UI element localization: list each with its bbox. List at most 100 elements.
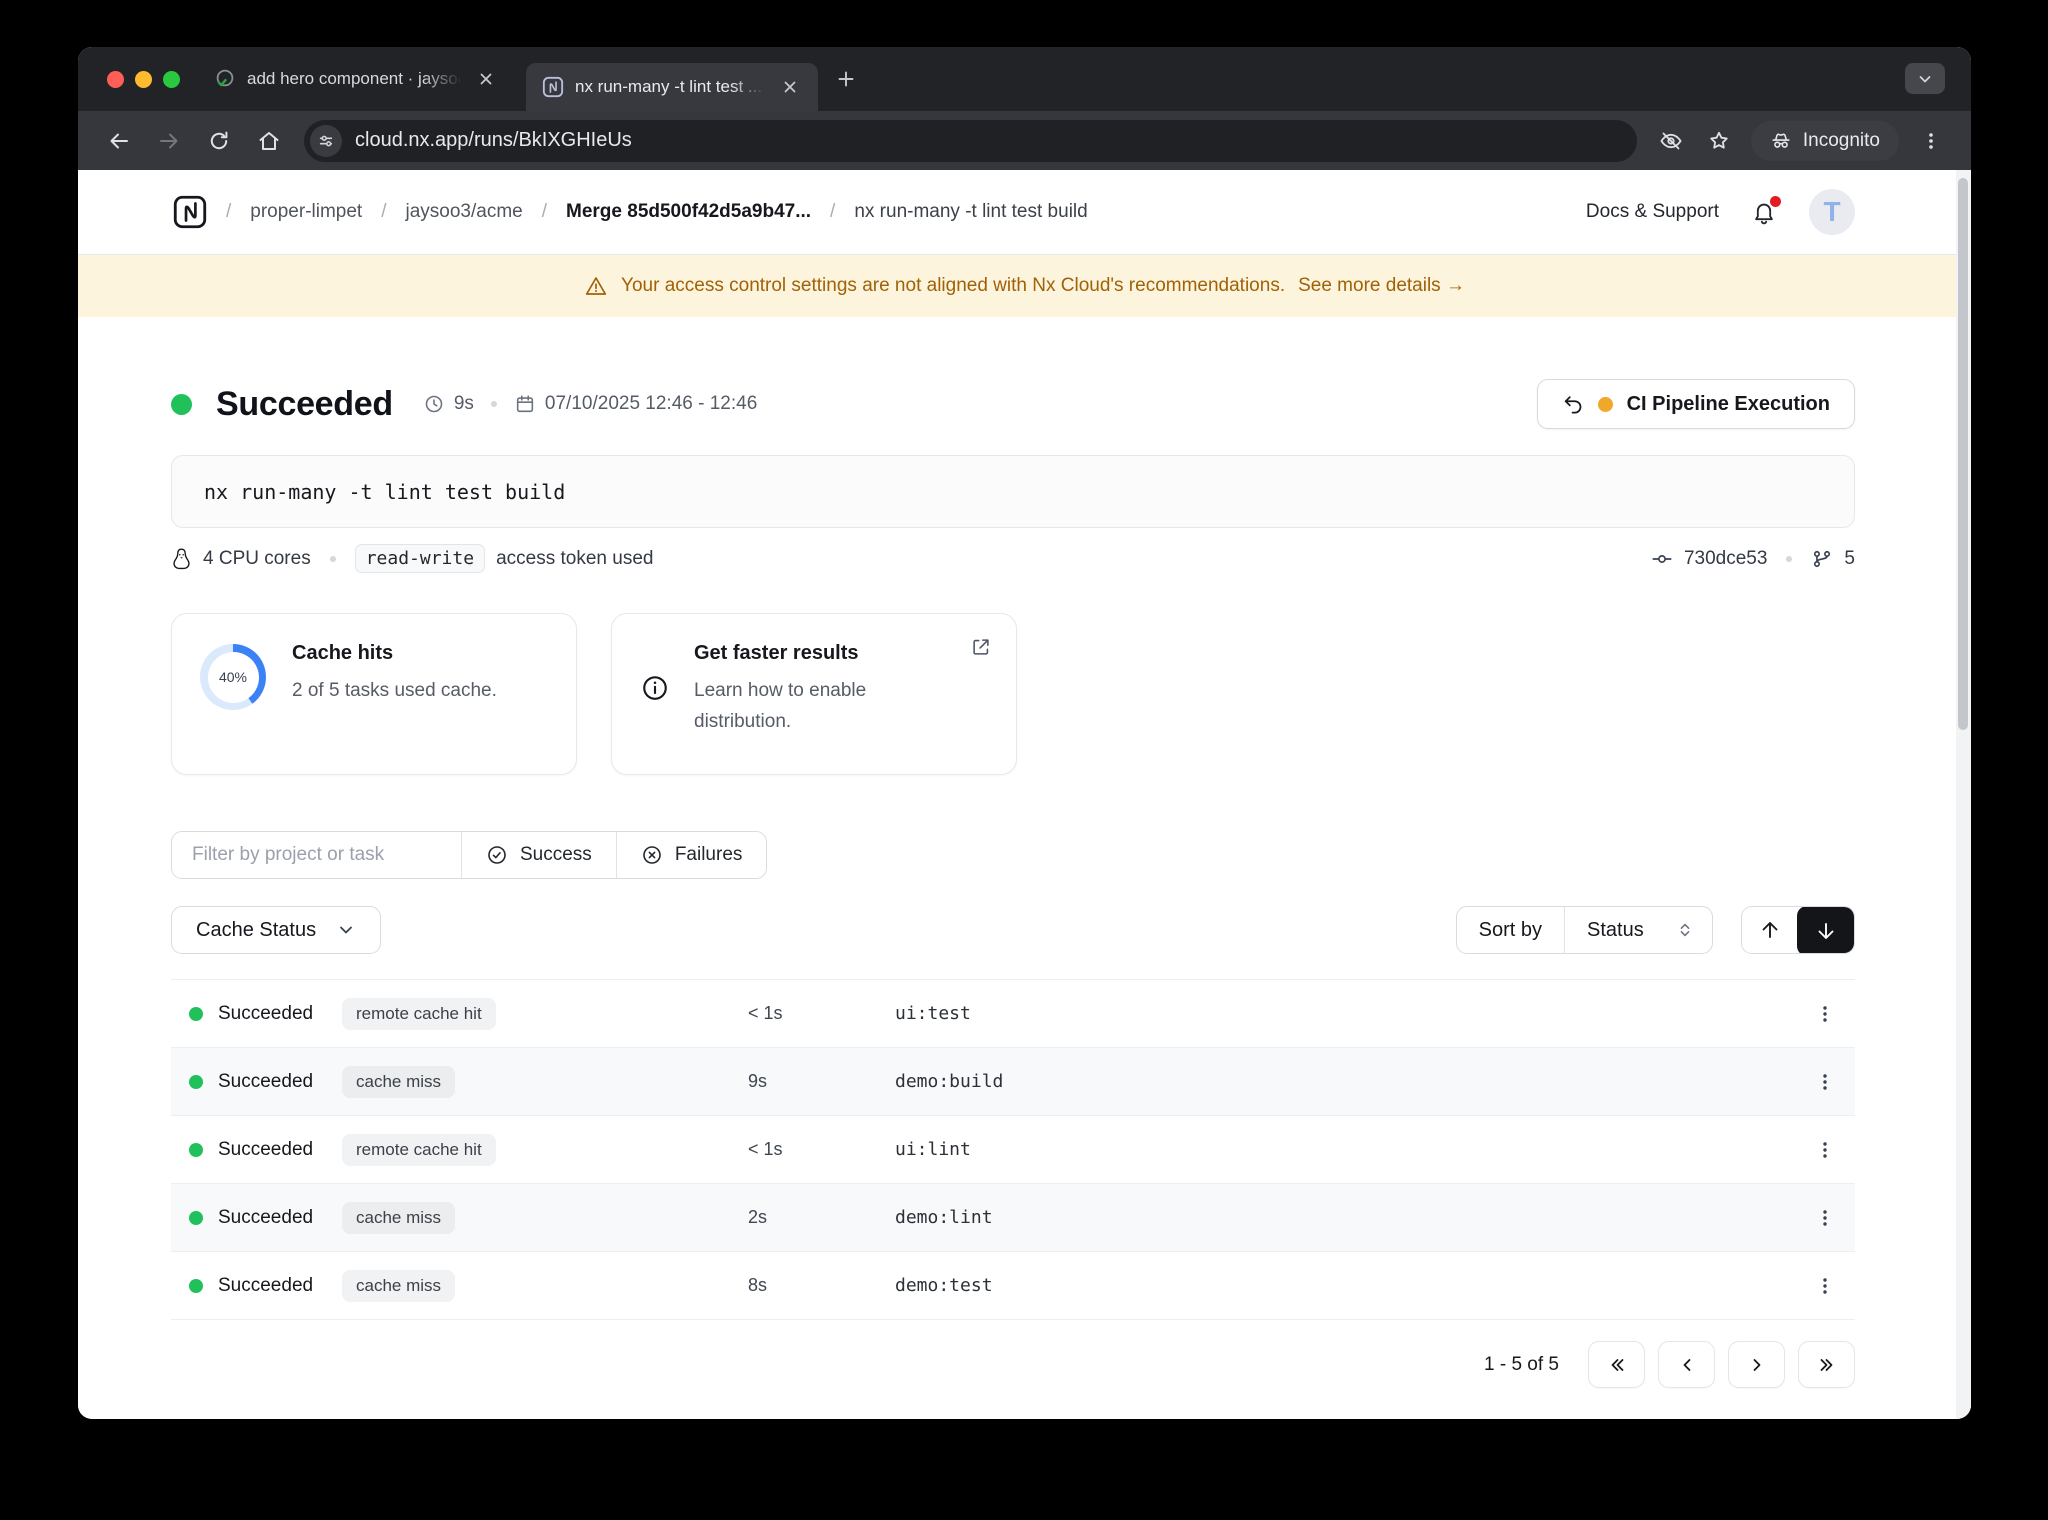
kebab-menu-icon[interactable]	[1805, 994, 1845, 1034]
breadcrumb-run[interactable]: nx run-many -t lint test build	[854, 201, 1087, 223]
github-check-icon	[214, 68, 236, 90]
first-page-button[interactable]	[1588, 1341, 1645, 1388]
close-icon[interactable]	[776, 73, 804, 101]
tab-nx-run[interactable]: nx run-many -t lint test ... from	[526, 63, 818, 111]
avatar[interactable]: T	[1809, 189, 1855, 235]
sort-value: Status	[1587, 918, 1644, 941]
failures-filter-button[interactable]: Failures	[615, 832, 767, 878]
new-tab-button[interactable]	[832, 65, 860, 93]
incognito-label: Incognito	[1802, 129, 1880, 151]
breadcrumb-repo[interactable]: jaysoo3/acme	[406, 201, 523, 223]
row-task[interactable]: demo:lint	[895, 1207, 1797, 1228]
filter-input[interactable]	[172, 832, 461, 878]
cache-card-subtitle: 2 of 5 tasks used cache.	[292, 680, 497, 701]
next-page-button[interactable]	[1728, 1341, 1785, 1388]
table-row[interactable]: Succeeded remote cache hit < 1s ui:lint	[171, 1116, 1855, 1184]
docs-support-link[interactable]: Docs & Support	[1586, 201, 1719, 223]
cache-status-badge: remote cache hit	[342, 997, 496, 1030]
pagination: 1 - 5 of 5	[171, 1341, 1855, 1388]
status-dot	[171, 393, 192, 415]
menu-icon[interactable]	[1909, 119, 1953, 163]
row-status-label: Succeeded	[218, 1138, 314, 1160]
site-info-icon[interactable]	[310, 124, 342, 157]
sort-descending-button[interactable]	[1797, 907, 1854, 953]
minimize-window-button[interactable]	[135, 70, 152, 88]
table-row[interactable]: Succeeded cache miss 9s demo:build	[171, 1048, 1855, 1116]
cache-status-badge: cache miss	[342, 1065, 456, 1098]
close-window-button[interactable]	[107, 70, 124, 88]
check-circle-icon	[486, 844, 508, 866]
back-icon[interactable]	[96, 119, 142, 163]
eye-off-icon[interactable]	[1649, 119, 1693, 163]
kebab-menu-icon[interactable]	[1805, 1130, 1845, 1170]
home-icon[interactable]	[246, 119, 292, 163]
url-bar[interactable]: cloud.nx.app/runs/BkIXGHIeUs	[304, 119, 1637, 162]
ci-pipeline-button[interactable]: CI Pipeline Execution	[1536, 379, 1855, 429]
nx-logo[interactable]	[173, 195, 207, 229]
scrollbar-thumb[interactable]	[1958, 178, 1968, 730]
status-dot	[189, 1006, 203, 1021]
access-token-chip: read-write	[354, 544, 486, 573]
faster-card-subtitle: Learn how to enable distribution.	[694, 680, 867, 733]
vcs-info: 730dce53 5	[1651, 548, 1855, 570]
breadcrumb-separator: /	[830, 201, 836, 222]
faster-card-title: Get faster results	[694, 642, 859, 664]
kebab-menu-icon[interactable]	[1805, 1198, 1845, 1238]
kebab-menu-icon[interactable]	[1805, 1266, 1845, 1306]
success-filter-button[interactable]: Success	[461, 832, 616, 878]
chevron-down-icon	[336, 920, 356, 940]
row-duration: 8s	[748, 1275, 768, 1295]
forward-icon[interactable]	[146, 119, 192, 163]
close-icon[interactable]	[472, 65, 500, 93]
status-dot	[189, 1210, 203, 1225]
zoom-window-button[interactable]	[163, 70, 180, 88]
x-circle-icon	[641, 844, 663, 866]
page-scrollbar[interactable]	[1956, 170, 1971, 1419]
environment-row: 4 CPU cores read-write access token used…	[171, 544, 1855, 573]
pagination-label: 1 - 5 of 5	[1484, 1353, 1559, 1375]
banner-details-link[interactable]: See more details →	[1298, 275, 1465, 297]
browser-window: add hero component · jaysoo3 nx run-many…	[78, 47, 1971, 1419]
table-row[interactable]: Succeeded remote cache hit < 1s ui:test	[171, 980, 1855, 1048]
notifications-button[interactable]	[1751, 196, 1781, 225]
tab-github-pr[interactable]: add hero component · jaysoo3	[202, 65, 512, 93]
prev-page-button[interactable]	[1658, 1341, 1715, 1388]
sort-group: Sort by Status	[1455, 906, 1713, 954]
access-token-suffix: access token used	[496, 547, 654, 569]
banner-text: Your access control settings are not ali…	[621, 275, 1286, 296]
kebab-menu-icon[interactable]	[1805, 1062, 1845, 1102]
row-task[interactable]: ui:test	[895, 1003, 1797, 1024]
tab-search-button[interactable]	[1905, 63, 1945, 94]
faster-results-card[interactable]: Get faster results Learn how to enable d…	[611, 613, 1017, 775]
breadcrumb-commit[interactable]: Merge 85d500f42d5a9b47...	[566, 201, 811, 223]
cache-progress-ring: 40%	[200, 644, 266, 710]
cache-status-dropdown[interactable]: Cache Status	[171, 906, 382, 954]
table-row[interactable]: Succeeded cache miss 2s demo:lint	[171, 1184, 1855, 1252]
breadcrumb-workspace[interactable]: proper-limpet	[250, 201, 362, 223]
bookmark-star-icon[interactable]	[1697, 119, 1741, 163]
last-page-button[interactable]	[1798, 1341, 1855, 1388]
cache-percent: 40%	[207, 651, 259, 703]
warning-icon	[584, 274, 608, 298]
separator-dot	[1786, 555, 1793, 562]
incognito-badge[interactable]: Incognito	[1750, 120, 1899, 161]
external-link-icon[interactable]	[970, 636, 992, 658]
sort-select[interactable]: Status	[1564, 907, 1712, 953]
info-icon	[640, 673, 694, 738]
commit-sha[interactable]: 730dce53	[1684, 548, 1767, 570]
row-task[interactable]: demo:build	[895, 1071, 1797, 1092]
run-duration: 9s	[453, 393, 474, 414]
row-task[interactable]: ui:lint	[895, 1139, 1797, 1160]
failures-filter-label: Failures	[674, 844, 743, 865]
command-box: nx run-many -t lint test build	[171, 455, 1855, 528]
reload-icon[interactable]	[196, 119, 242, 163]
nx-favicon-icon	[542, 76, 564, 98]
sort-ascending-button[interactable]	[1742, 907, 1798, 953]
cache-status-label: Cache Status	[196, 918, 317, 941]
commit-icon	[1651, 548, 1673, 570]
breadcrumb-separator: /	[226, 201, 232, 222]
table-row[interactable]: Succeeded cache miss 8s demo:test	[171, 1252, 1855, 1320]
row-task[interactable]: demo:test	[895, 1275, 1797, 1296]
browser-toolbar: cloud.nx.app/runs/BkIXGHIeUs Incognito	[78, 111, 1971, 170]
run-status: Succeeded	[216, 384, 393, 423]
